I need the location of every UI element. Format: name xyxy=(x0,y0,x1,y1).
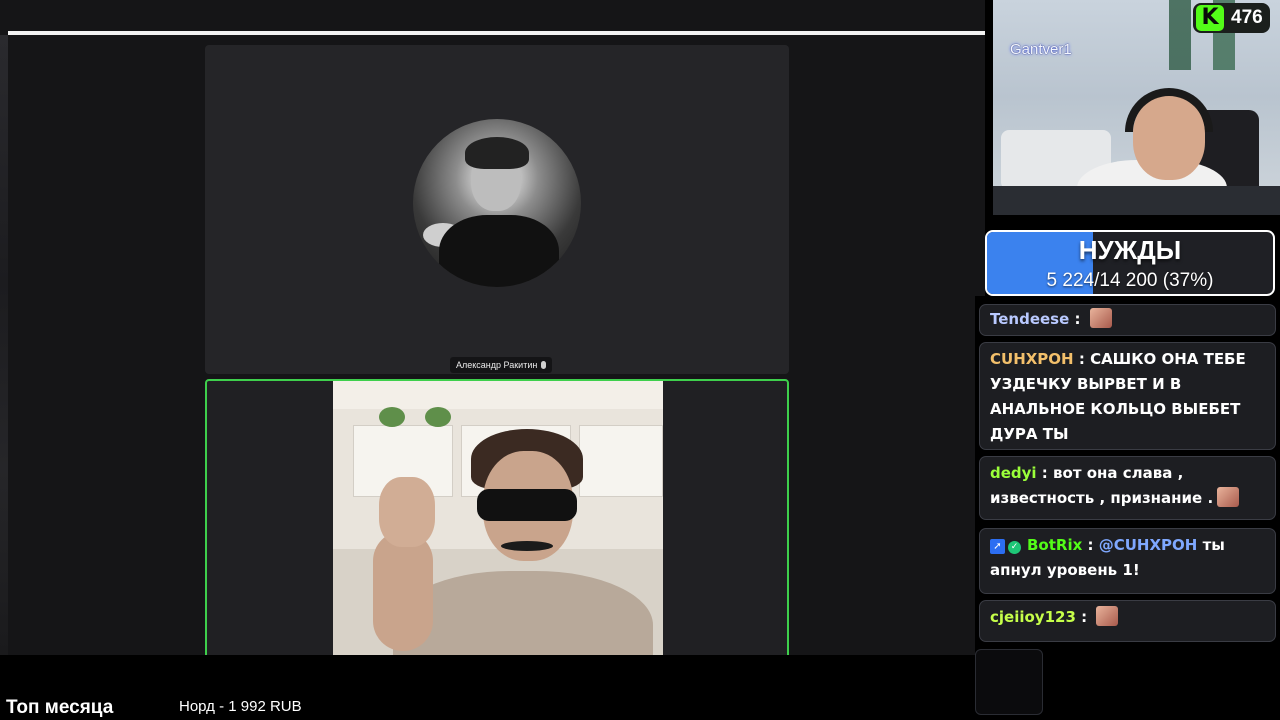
participant-tile-video-active[interactable] xyxy=(205,379,789,655)
chat-panel: Tendeese : СUНХРОН : САШКО ОНА ТЕБЕ УЗДЕ… xyxy=(975,296,1280,720)
goal-title: НУЖДЫ xyxy=(1078,235,1182,265)
chat-message: ➚ ✓ BotRix : @СUНХРОН ты апнул уровень 1! xyxy=(979,528,1276,594)
chat-message: dedyi : вот она слава , известность , пр… xyxy=(979,456,1276,520)
donation-goal-widget: НУЖДЫ 5 224/14 200 (37%) xyxy=(985,230,1275,296)
chat-message: cjeiioy123 : xyxy=(979,600,1276,642)
chat-separator: : xyxy=(1075,608,1093,626)
chat-username[interactable]: СUНХРОН xyxy=(990,350,1074,368)
emote-icon xyxy=(1089,308,1112,328)
chat-username[interactable]: cjeiioy123 xyxy=(990,608,1076,626)
participant-tile-audio[interactable]: Александр Ракитин xyxy=(205,45,789,374)
chat-username[interactable]: Tendeese xyxy=(990,310,1069,328)
participant-name: Александр Ракитин xyxy=(456,360,538,370)
chat-username[interactable]: BotRix xyxy=(1027,536,1082,554)
participant-video-feed xyxy=(333,381,663,655)
side-strip xyxy=(0,35,8,655)
bottom-ticker: Топ месяца Норд - 1 992 RUB xyxy=(0,655,975,720)
verified-badge-icon: ✓ xyxy=(1008,541,1021,554)
goal-progress-text: 5 224/14 200 (37%) xyxy=(1046,270,1214,291)
chat-separator: : xyxy=(1036,464,1054,482)
streamer-name: Gantver1 xyxy=(1010,41,1072,58)
viewer-count: 476 xyxy=(1231,7,1263,28)
chat-message: СUНХРОН : САШКО ОНА ТЕБЕ УЗДЕЧКУ ВЫРВЕТ … xyxy=(979,342,1276,450)
chat-separator: : xyxy=(1082,536,1099,554)
chat-username[interactable]: dedyi xyxy=(990,464,1037,482)
microphone-icon xyxy=(541,361,547,369)
chat-message: Tendeese : xyxy=(979,304,1276,336)
top-progress-line xyxy=(8,31,985,35)
ticker-title: Топ месяца xyxy=(6,697,114,718)
participant-avatar xyxy=(413,119,581,287)
video-call-area: Александр Ракитин xyxy=(0,0,985,655)
viewer-count-badge: K 476 xyxy=(1193,3,1270,33)
emote-icon xyxy=(1217,487,1240,507)
kick-logo-icon: K xyxy=(1196,5,1224,31)
emote-icon xyxy=(1096,606,1119,626)
ticker-entry: Норд - 1 992 RUB xyxy=(179,698,302,715)
chat-separator: : xyxy=(1073,350,1091,368)
participant-name-tag: Александр Ракитин xyxy=(450,357,553,373)
chat-input-box[interactable] xyxy=(975,649,1043,715)
chat-separator: : xyxy=(1069,310,1086,328)
bot-badge-icon: ➚ xyxy=(990,539,1005,554)
chat-mention[interactable]: @СUНХРОН xyxy=(1099,536,1198,554)
